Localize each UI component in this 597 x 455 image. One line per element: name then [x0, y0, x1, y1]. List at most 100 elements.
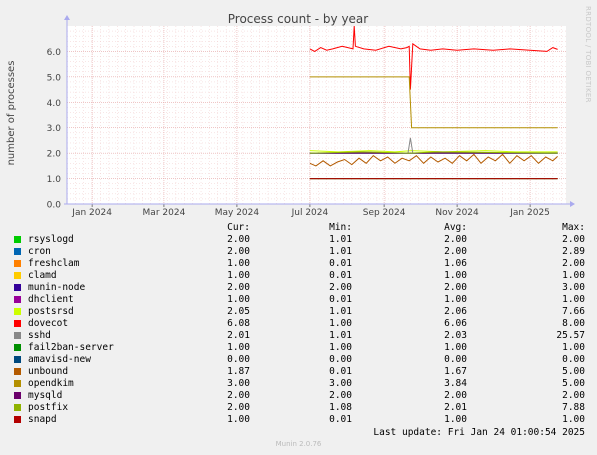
rrdtool-watermark: RRDTOOL / TOBI OETIKER — [584, 6, 592, 103]
legend-row-rsyslogd: rsyslogd 2.00 1.01 2.00 2.00 — [12, 234, 587, 246]
legend-swatch — [14, 248, 21, 255]
legend-name: fail2ban-server — [28, 342, 114, 353]
legend-max: 2.89 — [562, 246, 585, 257]
y-tick-label: 6.0 — [47, 48, 62, 58]
legend-swatch — [14, 260, 21, 267]
legend-min: 0.01 — [329, 270, 352, 281]
chart: Process count - by year number of proces… — [6, 12, 575, 218]
legend-row-dovecot: dovecot 6.08 1.00 6.06 8.00 — [12, 318, 587, 330]
legend-row-postsrsd: postsrsd 2.05 1.01 2.06 7.66 — [12, 306, 587, 318]
legend-row-munin-node: munin-node 2.00 2.00 2.00 3.00 — [12, 282, 587, 294]
legend-avg: 6.06 — [444, 318, 467, 329]
legend-header-min: Min: — [329, 222, 352, 233]
legend-swatch — [14, 416, 21, 423]
legend-swatch — [14, 284, 21, 291]
y-tick-label: 2.0 — [47, 150, 62, 160]
legend-max: 2.00 — [562, 258, 585, 269]
legend-min: 2.00 — [329, 390, 352, 401]
legend-max: 3.00 — [562, 282, 585, 293]
legend-max: 2.00 — [562, 234, 585, 245]
legend-cur: 3.00 — [227, 378, 250, 389]
legend-avg: 1.00 — [444, 342, 467, 353]
legend-avg: 2.00 — [444, 282, 467, 293]
legend-min: 0.00 — [329, 354, 352, 365]
legend-cur: 2.00 — [227, 246, 250, 257]
legend-min: 1.00 — [329, 342, 352, 353]
x-tick-label: Nov 2024 — [435, 208, 479, 218]
legend-header: Cur: Min: Avg: Max: — [12, 222, 587, 234]
legend-name: dovecot — [28, 318, 69, 329]
y-axis-label: number of processes — [6, 61, 17, 166]
legend-min: 2.00 — [329, 282, 352, 293]
legend-row-fail2ban-server: fail2ban-server 1.00 1.00 1.00 1.00 — [12, 342, 587, 354]
legend-cur: 2.00 — [227, 402, 250, 413]
legend-avg: 1.00 — [444, 414, 467, 425]
legend-row-amavisd-new: amavisd-new 0.00 0.00 0.00 0.00 — [12, 354, 587, 366]
legend-avg: 1.00 — [444, 270, 467, 281]
legend-avg: 1.67 — [444, 366, 467, 377]
x-tick-label: Jan 2025 — [509, 208, 550, 218]
legend-min: 1.01 — [329, 234, 352, 245]
legend-row-mysqld: mysqld 2.00 2.00 2.00 2.00 — [12, 390, 587, 402]
legend-min: 0.01 — [329, 414, 352, 425]
x-tick-label: Jul 2024 — [291, 208, 329, 218]
legend-min: 3.00 — [329, 378, 352, 389]
legend: Cur: Min: Avg: Max: rsyslogd 2.00 1.01 2.00… — [12, 222, 587, 426]
x-tick-label: Sep 2024 — [363, 208, 406, 218]
legend-row-dhclient: dhclient 1.00 0.01 1.00 1.00 — [12, 294, 587, 306]
legend-header-cur: Cur: — [227, 222, 250, 233]
legend-cur: 1.00 — [227, 270, 250, 281]
legend-name: postsrsd — [28, 306, 74, 317]
legend-swatch — [14, 380, 21, 387]
legend-cur: 1.87 — [227, 366, 250, 377]
legend-name: amavisd-new — [28, 354, 91, 365]
legend-avg: 2.03 — [444, 330, 467, 341]
legend-row-unbound: unbound 1.87 0.01 1.67 5.00 — [12, 366, 587, 378]
chart-title: Process count - by year — [228, 12, 369, 26]
y-axis-arrow — [64, 15, 70, 20]
legend-max: 2.00 — [562, 390, 585, 401]
legend-name: freshclam — [28, 258, 80, 269]
legend-max: 5.00 — [562, 378, 585, 389]
legend-avg: 1.00 — [444, 294, 467, 305]
y-tick-label: 5.0 — [47, 73, 62, 83]
legend-swatch — [14, 356, 21, 363]
legend-avg: 1.06 — [444, 258, 467, 269]
legend-swatch — [14, 344, 21, 351]
legend-max: 25.57 — [556, 330, 585, 341]
legend-row-freshclam: freshclam 1.00 0.01 1.06 2.00 — [12, 258, 587, 270]
legend-swatch — [14, 308, 21, 315]
legend-max: 1.00 — [562, 294, 585, 305]
legend-name: cron — [28, 246, 51, 257]
legend-avg: 3.84 — [444, 378, 467, 389]
x-tick-label: May 2024 — [215, 208, 260, 218]
legend-swatch — [14, 404, 21, 411]
legend-max: 8.00 — [562, 318, 585, 329]
legend-min: 1.01 — [329, 246, 352, 257]
legend-avg: 2.00 — [444, 390, 467, 401]
x-axis-arrow — [570, 201, 575, 207]
legend-swatch — [14, 236, 21, 243]
legend-row-clamd: clamd 1.00 0.01 1.00 1.00 — [12, 270, 587, 282]
legend-cur: 6.08 — [227, 318, 250, 329]
legend-min: 0.01 — [329, 258, 352, 269]
legend-name: snapd — [28, 414, 57, 425]
legend-max: 1.00 — [562, 342, 585, 353]
legend-min: 1.01 — [329, 306, 352, 317]
legend-name: munin-node — [28, 282, 86, 293]
legend-name: opendkim — [28, 378, 74, 389]
legend-name: rsyslogd — [28, 234, 74, 245]
legend-avg: 2.06 — [444, 306, 467, 317]
legend-cur: 1.00 — [227, 294, 250, 305]
legend-avg: 0.00 — [444, 354, 467, 365]
legend-cur: 0.00 — [227, 354, 250, 365]
legend-avg: 2.00 — [444, 246, 467, 257]
legend-row-opendkim: opendkim 3.00 3.00 3.84 5.00 — [12, 378, 587, 390]
legend-row-postfix: postfix 2.00 1.08 2.01 7.88 — [12, 402, 587, 414]
legend-min: 1.00 — [329, 318, 352, 329]
legend-swatch — [14, 368, 21, 375]
legend-row-snapd: snapd 1.00 0.01 1.00 1.00 — [12, 414, 587, 426]
legend-max: 7.88 — [562, 402, 585, 413]
last-update: Last update: Fri Jan 24 01:00:54 2025 — [373, 427, 585, 438]
legend-swatch — [14, 332, 21, 339]
